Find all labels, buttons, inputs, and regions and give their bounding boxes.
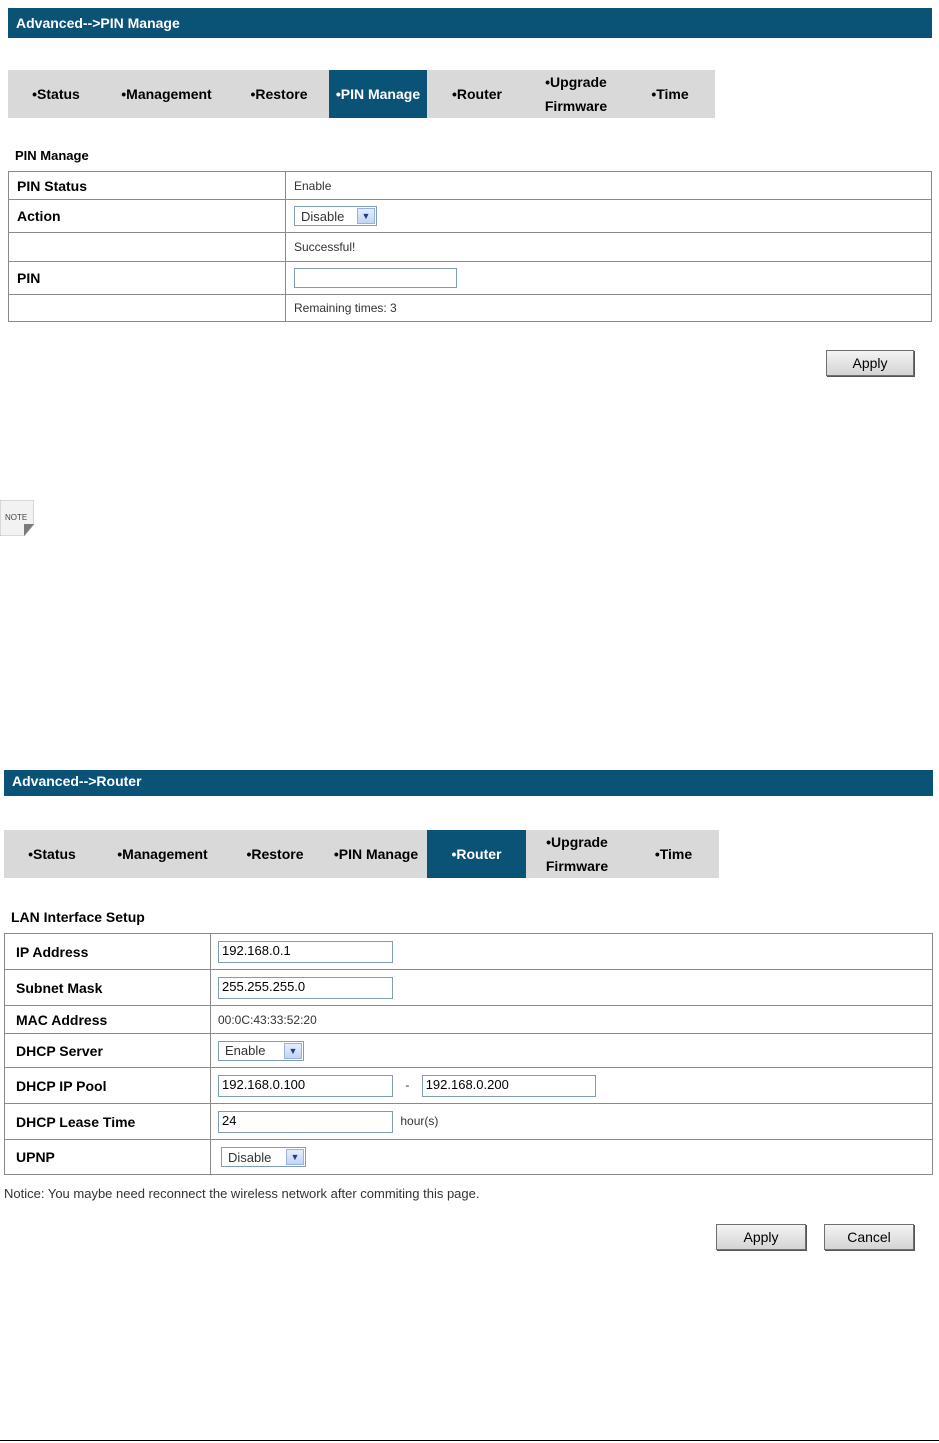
dhcp-server-select[interactable]: Enable ▼ (218, 1040, 304, 1061)
tab-upgrade-firmware[interactable]: •Upgrade Firmware (526, 830, 628, 878)
pin-input[interactable] (294, 268, 457, 288)
pin-label: PIN (8, 261, 286, 295)
pin-apply-button[interactable]: Apply (826, 350, 914, 376)
note-icon: NOTE (0, 499, 35, 537)
subnet-mask-input[interactable]: 255.255.255.0 (218, 976, 393, 999)
pin-page-header: Advanced-->PIN Manage (8, 8, 932, 38)
page-bottom-divider (0, 1440, 939, 1441)
upnp-select-value: Disable (228, 1149, 272, 1165)
mac-address-label: MAC Address (4, 1005, 211, 1034)
tab-upgrade-firmware[interactable]: •Upgrade Firmware (527, 70, 625, 118)
tab-restore[interactable]: •Restore (225, 830, 325, 878)
tab-pin-manage[interactable]: •PIN Manage (325, 830, 427, 878)
dhcp-server-select-value: Enable (225, 1043, 266, 1058)
lan-form-table: IP Address 192.168.0.1 Subnet Mask 255.2… (4, 933, 933, 1175)
tab-time[interactable]: •Time (628, 830, 719, 878)
router-cancel-button[interactable]: Cancel (824, 1224, 914, 1250)
router-tab-bar: •Status •Management •Restore •PIN Manage… (4, 830, 719, 878)
router-page-header: Advanced-->Router (4, 770, 933, 796)
remaining-times: Remaining times: 3 (285, 294, 932, 322)
tab-status[interactable]: •Status (4, 830, 100, 878)
dhcp-lease-time-label: DHCP Lease Time (4, 1103, 211, 1140)
status-message: Successful! (285, 232, 932, 262)
tab-management[interactable]: •Management (100, 830, 225, 878)
chevron-down-icon: ▼ (357, 208, 375, 224)
chevron-down-icon: ▼ (286, 1149, 304, 1165)
dhcp-server-label: DHCP Server (4, 1033, 211, 1068)
chevron-down-icon: ▼ (284, 1042, 302, 1059)
upnp-select[interactable]: Disable ▼ (221, 1147, 306, 1167)
dhcp-pool-start-input[interactable]: 192.168.0.100 (218, 1074, 393, 1097)
lan-section-title: LAN Interface Setup (11, 909, 145, 925)
dhcp-pool-end-input[interactable]: 192.168.0.200 (421, 1074, 596, 1097)
ip-address-label: IP Address (4, 933, 211, 970)
mac-address-value: 00:0C:43:33:52:20 (210, 1005, 933, 1034)
pin-status-label: PIN Status (8, 171, 286, 200)
pool-separator: - (405, 1077, 410, 1092)
pin-form-table: PIN Status Enable Action Disable ▼ Succe… (8, 171, 932, 322)
router-apply-button[interactable]: Apply (716, 1224, 806, 1250)
tab-pin-manage[interactable]: •PIN Manage (329, 70, 427, 118)
action-label: Action (8, 199, 286, 233)
tab-time[interactable]: •Time (625, 70, 715, 118)
action-select-value: Disable (301, 208, 345, 224)
note-icon-text: NOTE (5, 513, 27, 522)
pin-section-title: PIN Manage (15, 148, 89, 163)
ip-address-input[interactable]: 192.168.0.1 (218, 940, 393, 963)
pin-status-value: Enable (285, 171, 932, 200)
lease-time-input[interactable]: 24 (218, 1110, 393, 1133)
action-select[interactable]: Disable ▼ (294, 206, 377, 226)
tab-management[interactable]: •Management (104, 70, 229, 118)
notice-text: Notice: You maybe need reconnect the wir… (4, 1186, 480, 1201)
tab-status[interactable]: •Status (8, 70, 104, 118)
upnp-label: UPNP (4, 1139, 211, 1175)
subnet-mask-label: Subnet Mask (4, 969, 211, 1006)
tab-restore[interactable]: •Restore (229, 70, 329, 118)
dhcp-ip-pool-label: DHCP IP Pool (4, 1067, 211, 1104)
pin-tab-bar: •Status •Management •Restore •PIN Manage… (8, 70, 715, 118)
tab-router[interactable]: •Router (427, 70, 527, 118)
lease-time-unit: hour(s) (400, 1113, 439, 1128)
tab-router[interactable]: •Router (427, 830, 526, 878)
